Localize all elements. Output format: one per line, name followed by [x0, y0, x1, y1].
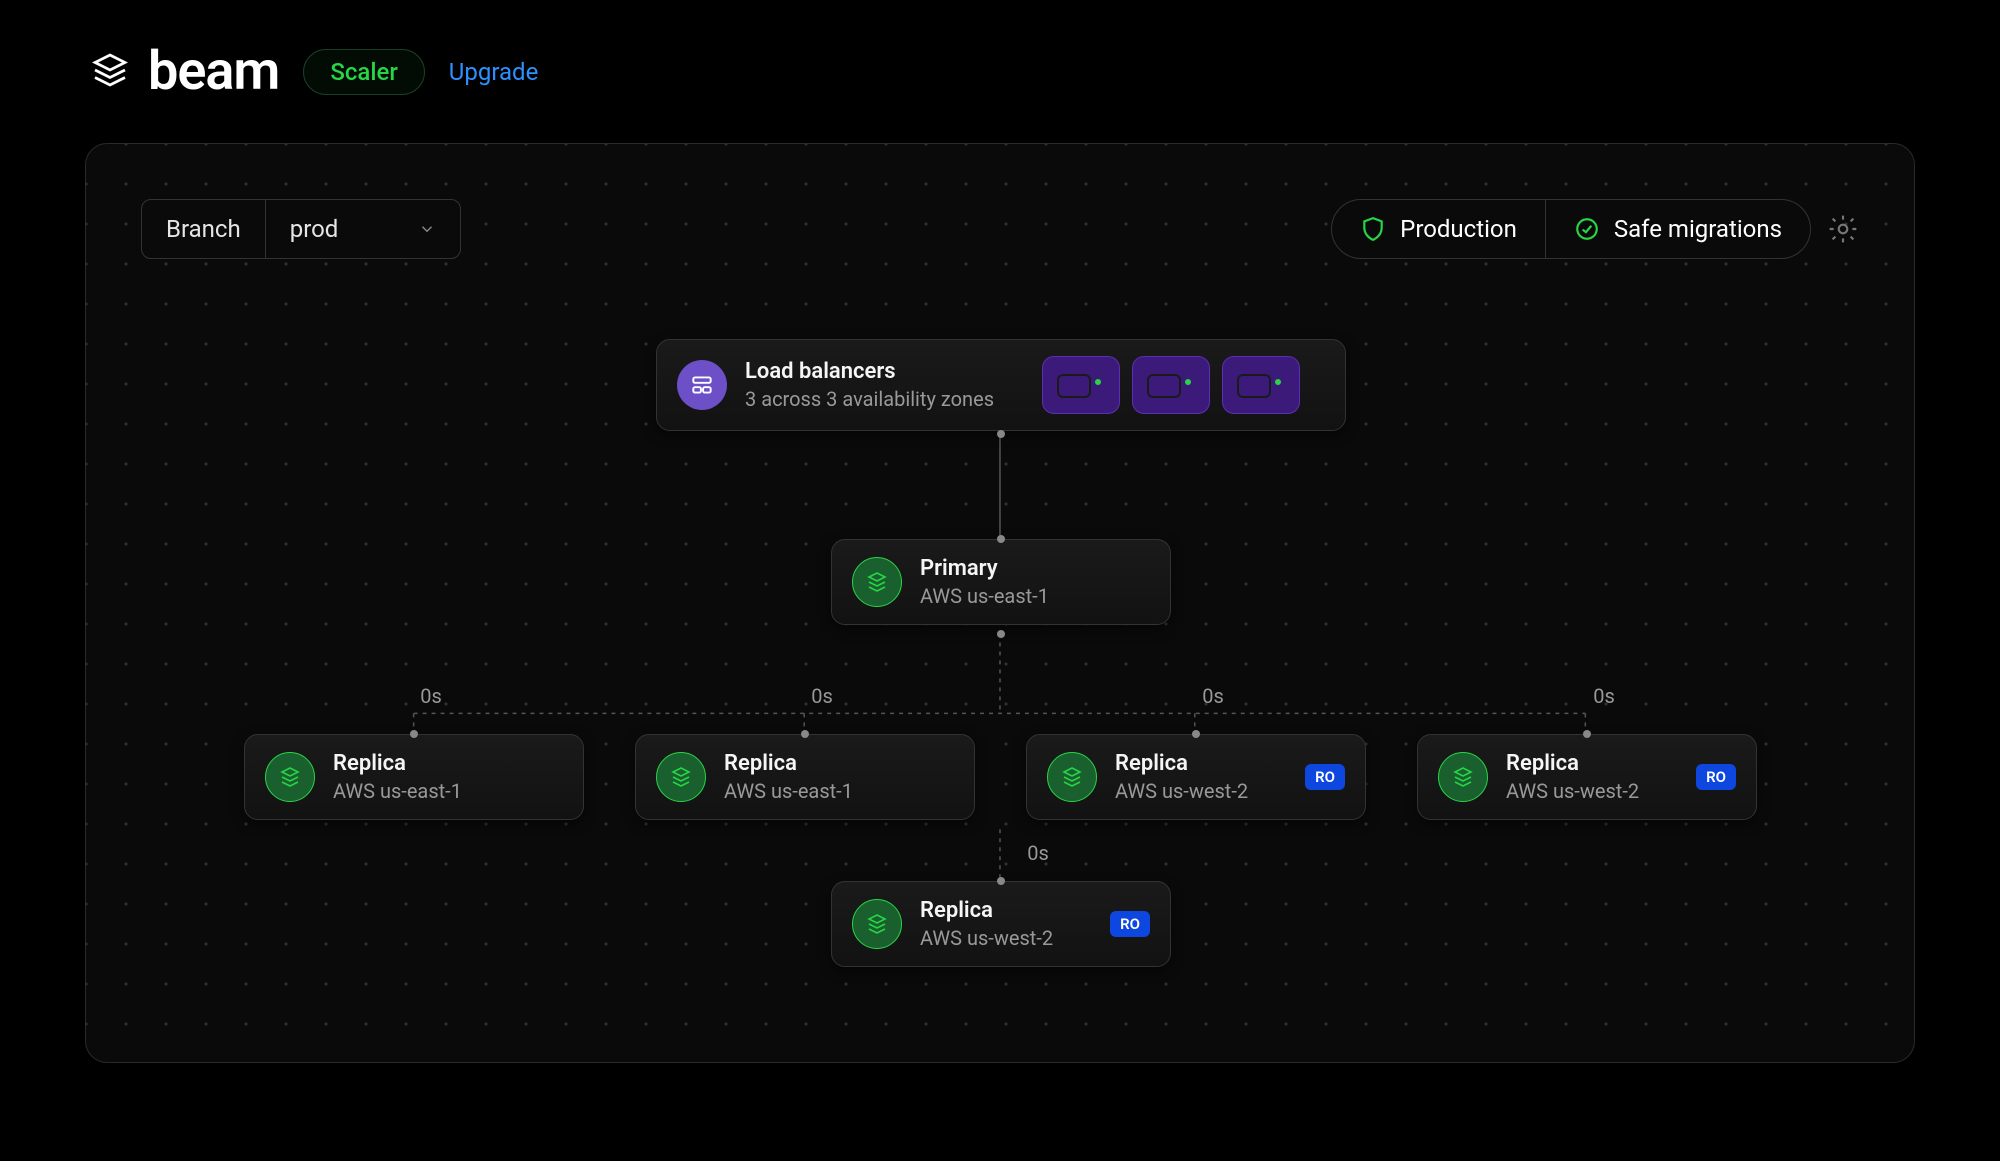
database-icon: [852, 899, 902, 949]
gear-icon[interactable]: [1827, 213, 1859, 245]
connection-dot: [801, 730, 809, 738]
card-title: Replica: [920, 898, 1053, 923]
database-icon: [852, 557, 902, 607]
lb-instances: [1042, 356, 1300, 414]
database-icon: [656, 752, 706, 802]
shield-icon: [1360, 216, 1386, 242]
database-icon: [265, 752, 315, 802]
card-title: Replica: [333, 751, 462, 776]
card-title: Primary: [920, 556, 1049, 581]
card-region: AWS us-west-2: [1506, 779, 1639, 803]
connection-dot: [1192, 730, 1200, 738]
latency-label: 0s: [1027, 841, 1049, 865]
safe-migrations-badge[interactable]: Safe migrations: [1545, 200, 1810, 258]
product-name: beam: [148, 40, 279, 103]
production-badge[interactable]: Production: [1332, 200, 1545, 258]
latency-label: 0s: [1593, 684, 1615, 708]
lb-instance: [1222, 356, 1300, 414]
connection-dot: [997, 535, 1005, 543]
status-label: Safe migrations: [1614, 215, 1782, 243]
connection-dot: [410, 730, 418, 738]
database-icon: [1047, 752, 1097, 802]
replica-card[interactable]: Replica AWS us-west-2 RO: [1417, 734, 1757, 820]
card-title: Replica: [1506, 751, 1639, 776]
readonly-badge: RO: [1110, 911, 1150, 937]
logo-icon: [90, 50, 130, 94]
check-circle-icon: [1574, 216, 1600, 242]
lb-instance: [1132, 356, 1210, 414]
card-region: AWS us-east-1: [920, 584, 1049, 608]
card-region: AWS us-east-1: [333, 779, 462, 803]
branch-label: Branch: [142, 200, 266, 258]
latency-label: 0s: [1202, 684, 1224, 708]
card-title: Load balancers: [745, 359, 994, 384]
replica-card[interactable]: Replica AWS us-west-2 RO: [831, 881, 1171, 967]
latency-label: 0s: [420, 684, 442, 708]
lb-instance: [1042, 356, 1120, 414]
branch-value: prod: [290, 215, 339, 243]
status-badges: Production Safe migrations: [1331, 199, 1811, 259]
replica-card[interactable]: Replica AWS us-east-1: [635, 734, 975, 820]
primary-db-card[interactable]: Primary AWS us-east-1: [831, 539, 1171, 625]
card-region: AWS us-west-2: [1115, 779, 1248, 803]
load-balancer-icon: [677, 360, 727, 410]
architecture-panel: 0s 0s 0s 0s 0s Branch prod Production Sa…: [85, 143, 1915, 1063]
replica-card[interactable]: Replica AWS us-west-2 RO: [1026, 734, 1366, 820]
connection-dot: [997, 430, 1005, 438]
readonly-badge: RO: [1696, 764, 1736, 790]
card-region: AWS us-west-2: [920, 926, 1053, 950]
upgrade-link[interactable]: Upgrade: [449, 58, 539, 86]
load-balancer-card[interactable]: Load balancers 3 across 3 availability z…: [656, 339, 1346, 431]
latency-label: 0s: [811, 684, 833, 708]
plan-badge[interactable]: Scaler: [303, 49, 424, 95]
replica-card[interactable]: Replica AWS us-east-1: [244, 734, 584, 820]
readonly-badge: RO: [1305, 764, 1345, 790]
card-region: AWS us-east-1: [724, 779, 853, 803]
database-icon: [1438, 752, 1488, 802]
card-subtitle: 3 across 3 availability zones: [745, 387, 994, 411]
connection-dot: [997, 877, 1005, 885]
status-label: Production: [1400, 215, 1517, 243]
card-title: Replica: [1115, 751, 1248, 776]
branch-dropdown[interactable]: prod: [266, 200, 461, 258]
chevron-down-icon: [418, 220, 436, 238]
connection-dot: [997, 630, 1005, 638]
connection-dot: [1583, 730, 1591, 738]
branch-selector[interactable]: Branch prod: [141, 199, 461, 259]
card-title: Replica: [724, 751, 853, 776]
